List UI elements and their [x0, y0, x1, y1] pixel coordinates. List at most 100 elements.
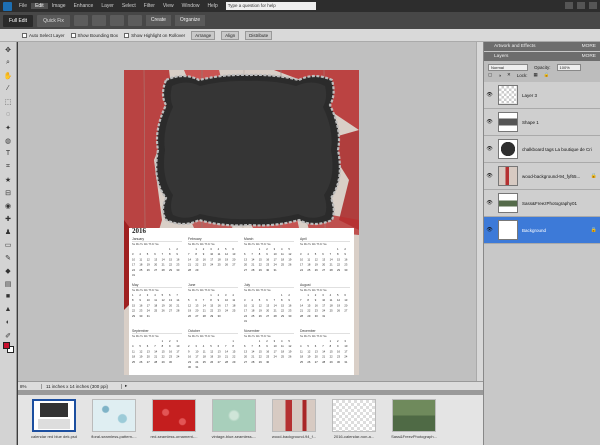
foreground-color-swatch[interactable]	[3, 342, 10, 349]
magic-wand-tool-icon[interactable]: ✦	[2, 122, 15, 133]
calendar-date: 12	[307, 349, 310, 353]
visibility-eye-icon[interactable]: 👁	[484, 173, 495, 179]
menu-filter[interactable]: Filter	[140, 3, 159, 9]
crop-tool-icon[interactable]: ⌗	[2, 161, 15, 172]
layer-row[interactable]: 👁 Shape 1	[484, 109, 600, 136]
artwork-more-button[interactable]: MORE	[582, 44, 596, 49]
calendar-date: 18	[330, 303, 333, 307]
red-eye-tool-icon[interactable]: ◉	[2, 200, 15, 211]
close-button[interactable]	[589, 2, 597, 9]
calendar-date: 20	[147, 355, 150, 359]
selection-brush-icon[interactable]: ◍	[2, 135, 15, 146]
highlight-rollover-checkbox[interactable]: Show Highlight on Rollover	[124, 32, 185, 38]
full-edit-tab[interactable]: Full Edit	[3, 14, 34, 27]
brush-tool-icon[interactable]: ✎	[2, 252, 15, 263]
help-search-input[interactable]: Type a question for help	[225, 2, 316, 10]
move-tool-icon[interactable]: ✥	[2, 44, 15, 55]
eraser-tool-icon[interactable]: ▭	[2, 239, 15, 250]
menu-window[interactable]: Window	[178, 3, 204, 9]
healing-brush-icon[interactable]: ✚	[2, 213, 15, 224]
menu-select[interactable]: Select	[118, 3, 140, 9]
layer-row[interactable]: 👁 wood-background-94_fyf65... 🔒	[484, 163, 600, 190]
menu-layer[interactable]: Layer	[97, 3, 118, 9]
menu-enhance[interactable]: Enhance	[70, 3, 98, 9]
bin-item-vintage-blue[interactable]: vintage-blue-seamless-...	[208, 399, 260, 439]
eyedropper-tool-icon[interactable]: ⁄	[2, 83, 15, 94]
auto-select-layer-checkbox[interactable]: Auto Select Layer	[22, 32, 65, 38]
cookie-cutter-icon[interactable]: ★	[2, 174, 15, 185]
marquee-tool-icon[interactable]: ⬚	[2, 96, 15, 107]
calendar-date: 17	[195, 355, 198, 359]
calendar-date: 19	[259, 309, 262, 313]
visibility-eye-icon[interactable]: 👁	[484, 200, 495, 206]
minimize-button[interactable]	[565, 2, 573, 9]
sponge-tool-icon[interactable]: ◐	[2, 317, 15, 328]
vertical-scrollbar[interactable]	[476, 42, 483, 381]
quick-fix-tab[interactable]: Quick Fix	[37, 14, 70, 27]
hand-tool-icon[interactable]: ✋	[2, 70, 15, 81]
bin-item-floral[interactable]: floral-seamless-pattern-...	[88, 399, 140, 439]
visibility-eye-icon[interactable]: 👁	[484, 146, 495, 152]
straighten-tool-icon[interactable]: ⊟	[2, 187, 15, 198]
calendar-date: 30	[176, 268, 179, 272]
zoom-level[interactable]: 8%	[18, 383, 42, 389]
calendar-date: 24	[132, 268, 135, 272]
pencil-tool-icon[interactable]: ✐	[2, 330, 15, 341]
lock-transparency-icon[interactable]: ▦	[534, 72, 538, 78]
adjustment-layer-icon[interactable]: ◑	[498, 73, 501, 78]
blend-mode-select[interactable]: Normal	[488, 63, 528, 71]
layer-row[interactable]: 👁 chalkboard tags La boutique de Cri	[484, 136, 600, 163]
visibility-eye-icon[interactable]: 👁	[484, 119, 495, 125]
menu-edit[interactable]: Edit	[31, 3, 48, 9]
calendar-date: 14	[162, 257, 165, 261]
arrange-dropdown[interactable]: Arrange	[191, 30, 216, 40]
menu-help[interactable]: Help	[203, 3, 221, 9]
new-layer-icon[interactable]: ▢	[488, 72, 492, 78]
calendar-date: 29	[195, 268, 198, 272]
menu-image[interactable]: Image	[48, 3, 70, 9]
menu-view[interactable]: View	[159, 3, 178, 9]
open-file-button[interactable]	[91, 15, 106, 26]
visibility-eye-icon[interactable]: 👁	[484, 92, 495, 98]
bin-item-photograph[interactable]: Sass&FreezPhotograph...	[388, 399, 440, 439]
layer-row[interactable]: 👁 Sass&FreezPhotography01	[484, 190, 600, 217]
menu-file[interactable]: File	[15, 3, 31, 9]
lock-all-icon[interactable]: 🔒	[544, 72, 550, 78]
calendar-date: 31	[322, 314, 325, 318]
layers-more-button[interactable]: MORE	[582, 54, 596, 59]
maximize-button[interactable]	[577, 2, 585, 9]
paint-bucket-icon[interactable]: ◆	[2, 265, 15, 276]
visibility-eye-icon[interactable]: 👁	[484, 227, 495, 233]
delete-layer-icon[interactable]: ✕	[507, 72, 511, 78]
bin-item-2016-calendar[interactable]: 2016-calendar-non-a...	[328, 399, 380, 439]
document-canvas[interactable]: 2016 January Su Mo Tu We Th Fr Sa 1 2 3 4 5 6 7 8…	[124, 70, 359, 375]
opacity-input[interactable]: 100%	[556, 63, 581, 71]
gradient-tool-icon[interactable]: ▤	[2, 278, 15, 289]
calendar-date: 15	[210, 303, 213, 307]
align-dropdown[interactable]: Align	[221, 30, 240, 40]
layers-panel-header[interactable]: Layers MORE	[484, 52, 600, 61]
bin-item-calendar[interactable]: calendar red blue dek.psd	[28, 399, 80, 439]
lasso-tool-icon[interactable]: ◌	[2, 109, 15, 120]
calendar-date: 19	[188, 309, 191, 313]
shape-tool-icon[interactable]: ■	[2, 291, 15, 302]
bounding-box-checkbox[interactable]: Show Bounding Box	[70, 32, 118, 38]
new-file-button[interactable]	[73, 15, 88, 26]
type-tool-icon[interactable]: T	[2, 148, 15, 159]
organize-button[interactable]: Organize	[174, 15, 206, 26]
layer-row-selected[interactable]: 👁 Background 🔒	[484, 217, 600, 244]
status-menu-arrow-icon[interactable]: ▸	[122, 383, 130, 389]
calendar-date: 10	[274, 344, 277, 348]
artwork-effects-panel-header[interactable]: Artwork and Effects MORE	[484, 42, 600, 51]
print-button[interactable]	[109, 15, 124, 26]
zoom-tool-icon[interactable]: ⌕	[2, 57, 15, 68]
layer-row[interactable]: 👁 Layer 3	[484, 82, 600, 109]
bin-item-wood-background[interactable]: wood-background-94_f...	[268, 399, 320, 439]
bin-item-red-ornament[interactable]: red-seamless-ornament-...	[148, 399, 200, 439]
create-button[interactable]: Create	[145, 15, 171, 26]
clone-stamp-icon[interactable]: ♟	[2, 226, 15, 237]
blur-tool-icon[interactable]: ▲	[2, 304, 15, 315]
toolbox: ✥ ⌕ ✋ ⁄ ⬚ ◌ ✦ ◍ T ⌗ ★ ⊟ ◉ ✚ ♟ ▭ ✎ ◆ ▤ ■ …	[0, 42, 17, 445]
share-button[interactable]	[127, 15, 142, 26]
distribute-dropdown[interactable]: Distribute	[245, 30, 273, 40]
